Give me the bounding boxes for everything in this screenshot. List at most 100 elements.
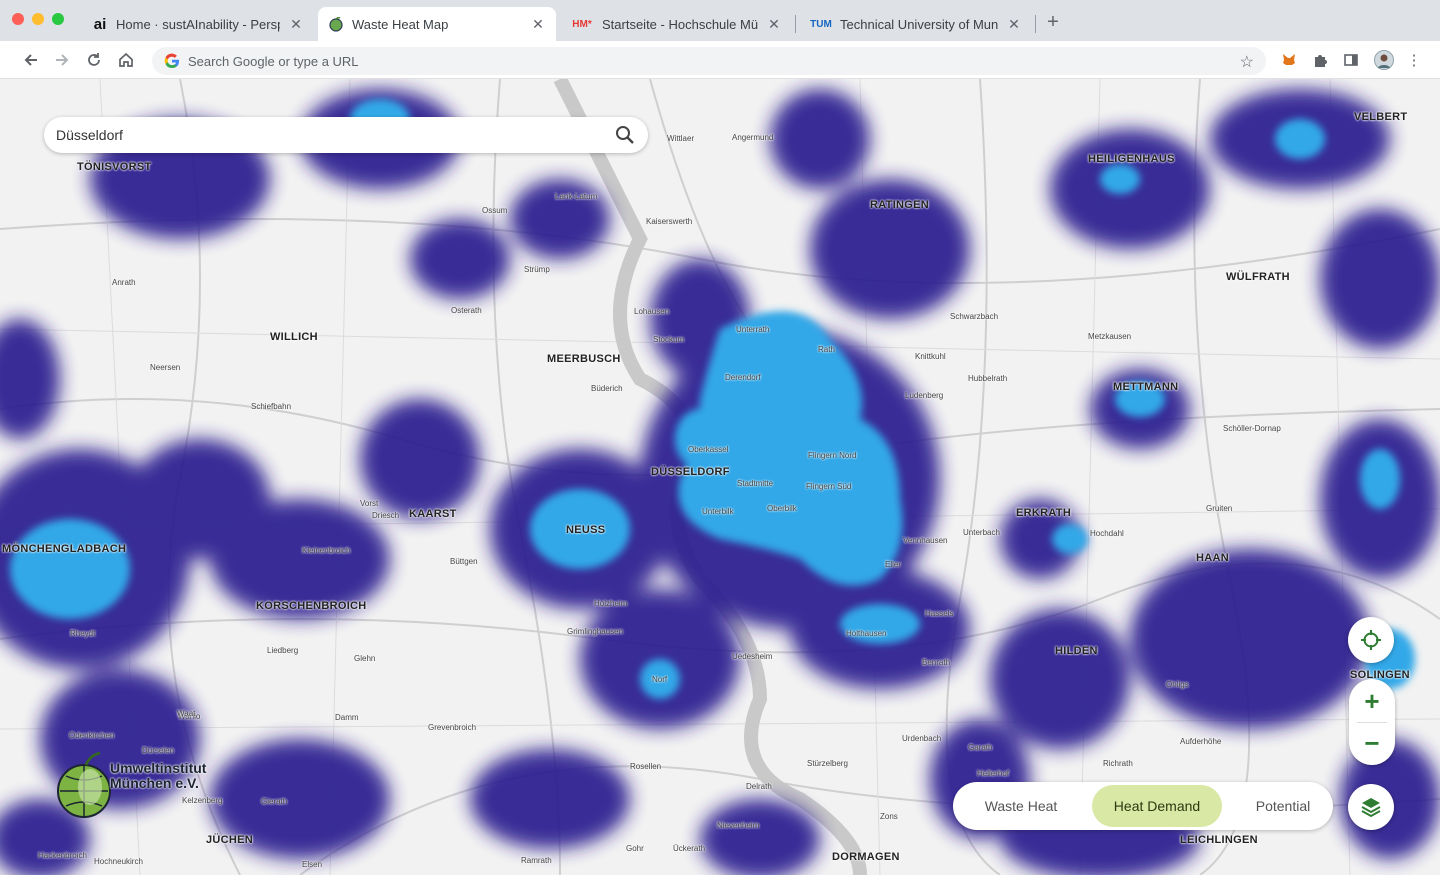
place-label: Kleinenbroich <box>302 546 351 555</box>
place-label: Garath <box>968 743 993 752</box>
mode-potential-button[interactable]: Potential <box>1237 785 1329 827</box>
place-label: Stadtmitte <box>737 479 774 488</box>
tab-separator <box>795 15 796 33</box>
place-label: Norf <box>652 675 668 684</box>
place-label: Unterbach <box>963 528 1000 537</box>
place-label: Gohr <box>626 844 644 853</box>
place-label: ERKRATH <box>1016 507 1072 519</box>
place-label: WÜLFRATH <box>1226 271 1290 283</box>
close-tab-icon[interactable]: ✕ <box>766 16 782 33</box>
new-tab-button[interactable]: + <box>1042 11 1064 34</box>
extensions-puzzle-icon[interactable] <box>1310 50 1330 70</box>
tab-hochschule-muenchen[interactable]: HM* Startseite - Hochschule Münc ✕ <box>560 7 792 41</box>
close-tab-icon[interactable]: ✕ <box>1006 16 1022 33</box>
tab-title: Waste Heat Map <box>352 16 449 32</box>
layers-button[interactable] <box>1348 784 1394 830</box>
place-label: DÜSSELDORF <box>651 466 730 478</box>
location-search-bar[interactable] <box>44 117 648 153</box>
search-icon[interactable] <box>614 124 636 146</box>
place-label: Vorst <box>360 499 379 508</box>
mode-waste-heat-button[interactable]: Waste Heat <box>969 785 1073 827</box>
back-arrow-icon[interactable] <box>21 50 41 70</box>
zoom-out-button[interactable]: − <box>1349 723 1395 763</box>
place-label: Büttgen <box>450 557 478 566</box>
logo-text: Umweltinstitut München e.V. <box>110 761 206 791</box>
zoom-in-button[interactable]: + <box>1349 681 1395 721</box>
tum-favicon-icon: TUM <box>810 18 832 30</box>
place-label: Kaiserswerth <box>646 217 693 226</box>
place-label: Liedberg <box>267 646 299 655</box>
place-label: Hellerhof <box>977 769 1010 778</box>
place-label: LEICHLINGEN <box>1180 834 1258 846</box>
place-label: VELBERT <box>1354 111 1408 123</box>
place-label: MÖNCHENGLADBACH <box>2 543 127 555</box>
logo-line-2: München e.V. <box>110 775 199 791</box>
place-label: Hochdahl <box>1090 529 1124 538</box>
location-search-input[interactable] <box>56 127 596 143</box>
tab-sustainability[interactable]: ai Home · sustAInability - Perspe ✕ <box>82 7 314 41</box>
reload-icon[interactable] <box>84 50 104 70</box>
place-label: Unterbilk <box>702 507 734 516</box>
place-label: JÜCHEN <box>206 834 254 846</box>
minimize-window-button[interactable] <box>32 13 44 25</box>
place-label: Neersen <box>150 363 181 372</box>
locate-me-button[interactable] <box>1348 617 1394 663</box>
tab-tum[interactable]: TUM Technical University of Munic ✕ <box>800 7 1032 41</box>
place-label: Ückerath <box>673 844 706 853</box>
place-label: WILLICH <box>270 331 318 343</box>
forward-arrow-icon[interactable] <box>52 50 72 70</box>
place-label: Anrath <box>112 278 136 287</box>
place-label: Schwarzbach <box>950 312 999 321</box>
bookmark-star-icon[interactable]: ☆ <box>1240 52 1254 72</box>
profile-avatar[interactable] <box>1374 50 1394 70</box>
close-window-button[interactable] <box>12 13 24 25</box>
place-label: Stürzelberg <box>807 759 848 768</box>
place-label: Eller <box>885 560 902 569</box>
place-label: Nievenheim <box>717 821 760 830</box>
browser-window: ai Home · sustAInability - Perspe ✕ Wast… <box>0 0 1440 875</box>
tab-waste-heat-map[interactable]: Waste Heat Map ✕ <box>318 7 556 41</box>
place-label: Metzkausen <box>1088 332 1132 341</box>
metamask-fox-icon[interactable] <box>1279 50 1299 70</box>
place-label: HAAN <box>1196 552 1229 564</box>
place-label: Angermund <box>732 133 774 142</box>
address-bar[interactable]: Search Google or type a URL ☆ <box>152 47 1266 75</box>
heat-map-canvas[interactable]: TÖNISVORST WILLICH MEERBUSCH DÜSSELDORF NEUS… <box>0 79 1440 875</box>
map-mode-switcher: Waste Heat Heat Demand Potential <box>953 782 1333 830</box>
place-label: Ossum <box>482 206 508 215</box>
place-label: Lank-Latum <box>555 192 598 201</box>
layers-icon <box>1361 798 1381 818</box>
place-label: KAARST <box>409 508 457 520</box>
google-icon <box>164 53 179 69</box>
place-label: Hassels <box>925 609 954 618</box>
mode-heat-demand-button[interactable]: Heat Demand <box>1092 785 1222 827</box>
place-label: Vennhausen <box>903 536 948 545</box>
place-label: Unterrath <box>736 325 770 334</box>
zoom-controls: + − <box>1349 679 1395 765</box>
apple-favicon-icon <box>328 16 344 32</box>
place-label: Glehn <box>354 654 376 663</box>
place-label: Urdenbach <box>902 734 942 743</box>
place-label: Ramrath <box>521 856 552 865</box>
side-panel-icon[interactable] <box>1341 50 1361 70</box>
place-label: SOLINGEN <box>1350 669 1410 681</box>
crosshair-location-icon <box>1361 630 1381 650</box>
tab-title: Home · sustAInability - Perspe <box>116 16 280 32</box>
place-label: Büderich <box>591 384 623 393</box>
close-tab-icon[interactable]: ✕ <box>288 16 304 33</box>
place-label: KORSCHENBROICH <box>256 600 367 612</box>
place-label: MEERBUSCH <box>547 353 621 365</box>
place-label: HILDEN <box>1055 645 1098 657</box>
place-label: Flingern Nord <box>808 451 857 460</box>
place-label: Lohausen <box>634 307 670 316</box>
menu-kebab-icon[interactable]: ⋮ <box>1404 50 1424 70</box>
close-tab-icon[interactable]: ✕ <box>530 16 546 33</box>
maximize-window-button[interactable] <box>52 13 64 25</box>
place-label: DORMAGEN <box>832 851 900 863</box>
place-label: Osterath <box>451 306 482 315</box>
place-label: Grimlinghausen <box>567 627 624 636</box>
place-label: RATINGEN <box>870 199 930 211</box>
home-icon[interactable] <box>116 50 136 70</box>
place-label: Stockum <box>653 335 685 344</box>
browser-toolbar: Search Google or type a URL ☆ ⋮ <box>0 41 1440 79</box>
